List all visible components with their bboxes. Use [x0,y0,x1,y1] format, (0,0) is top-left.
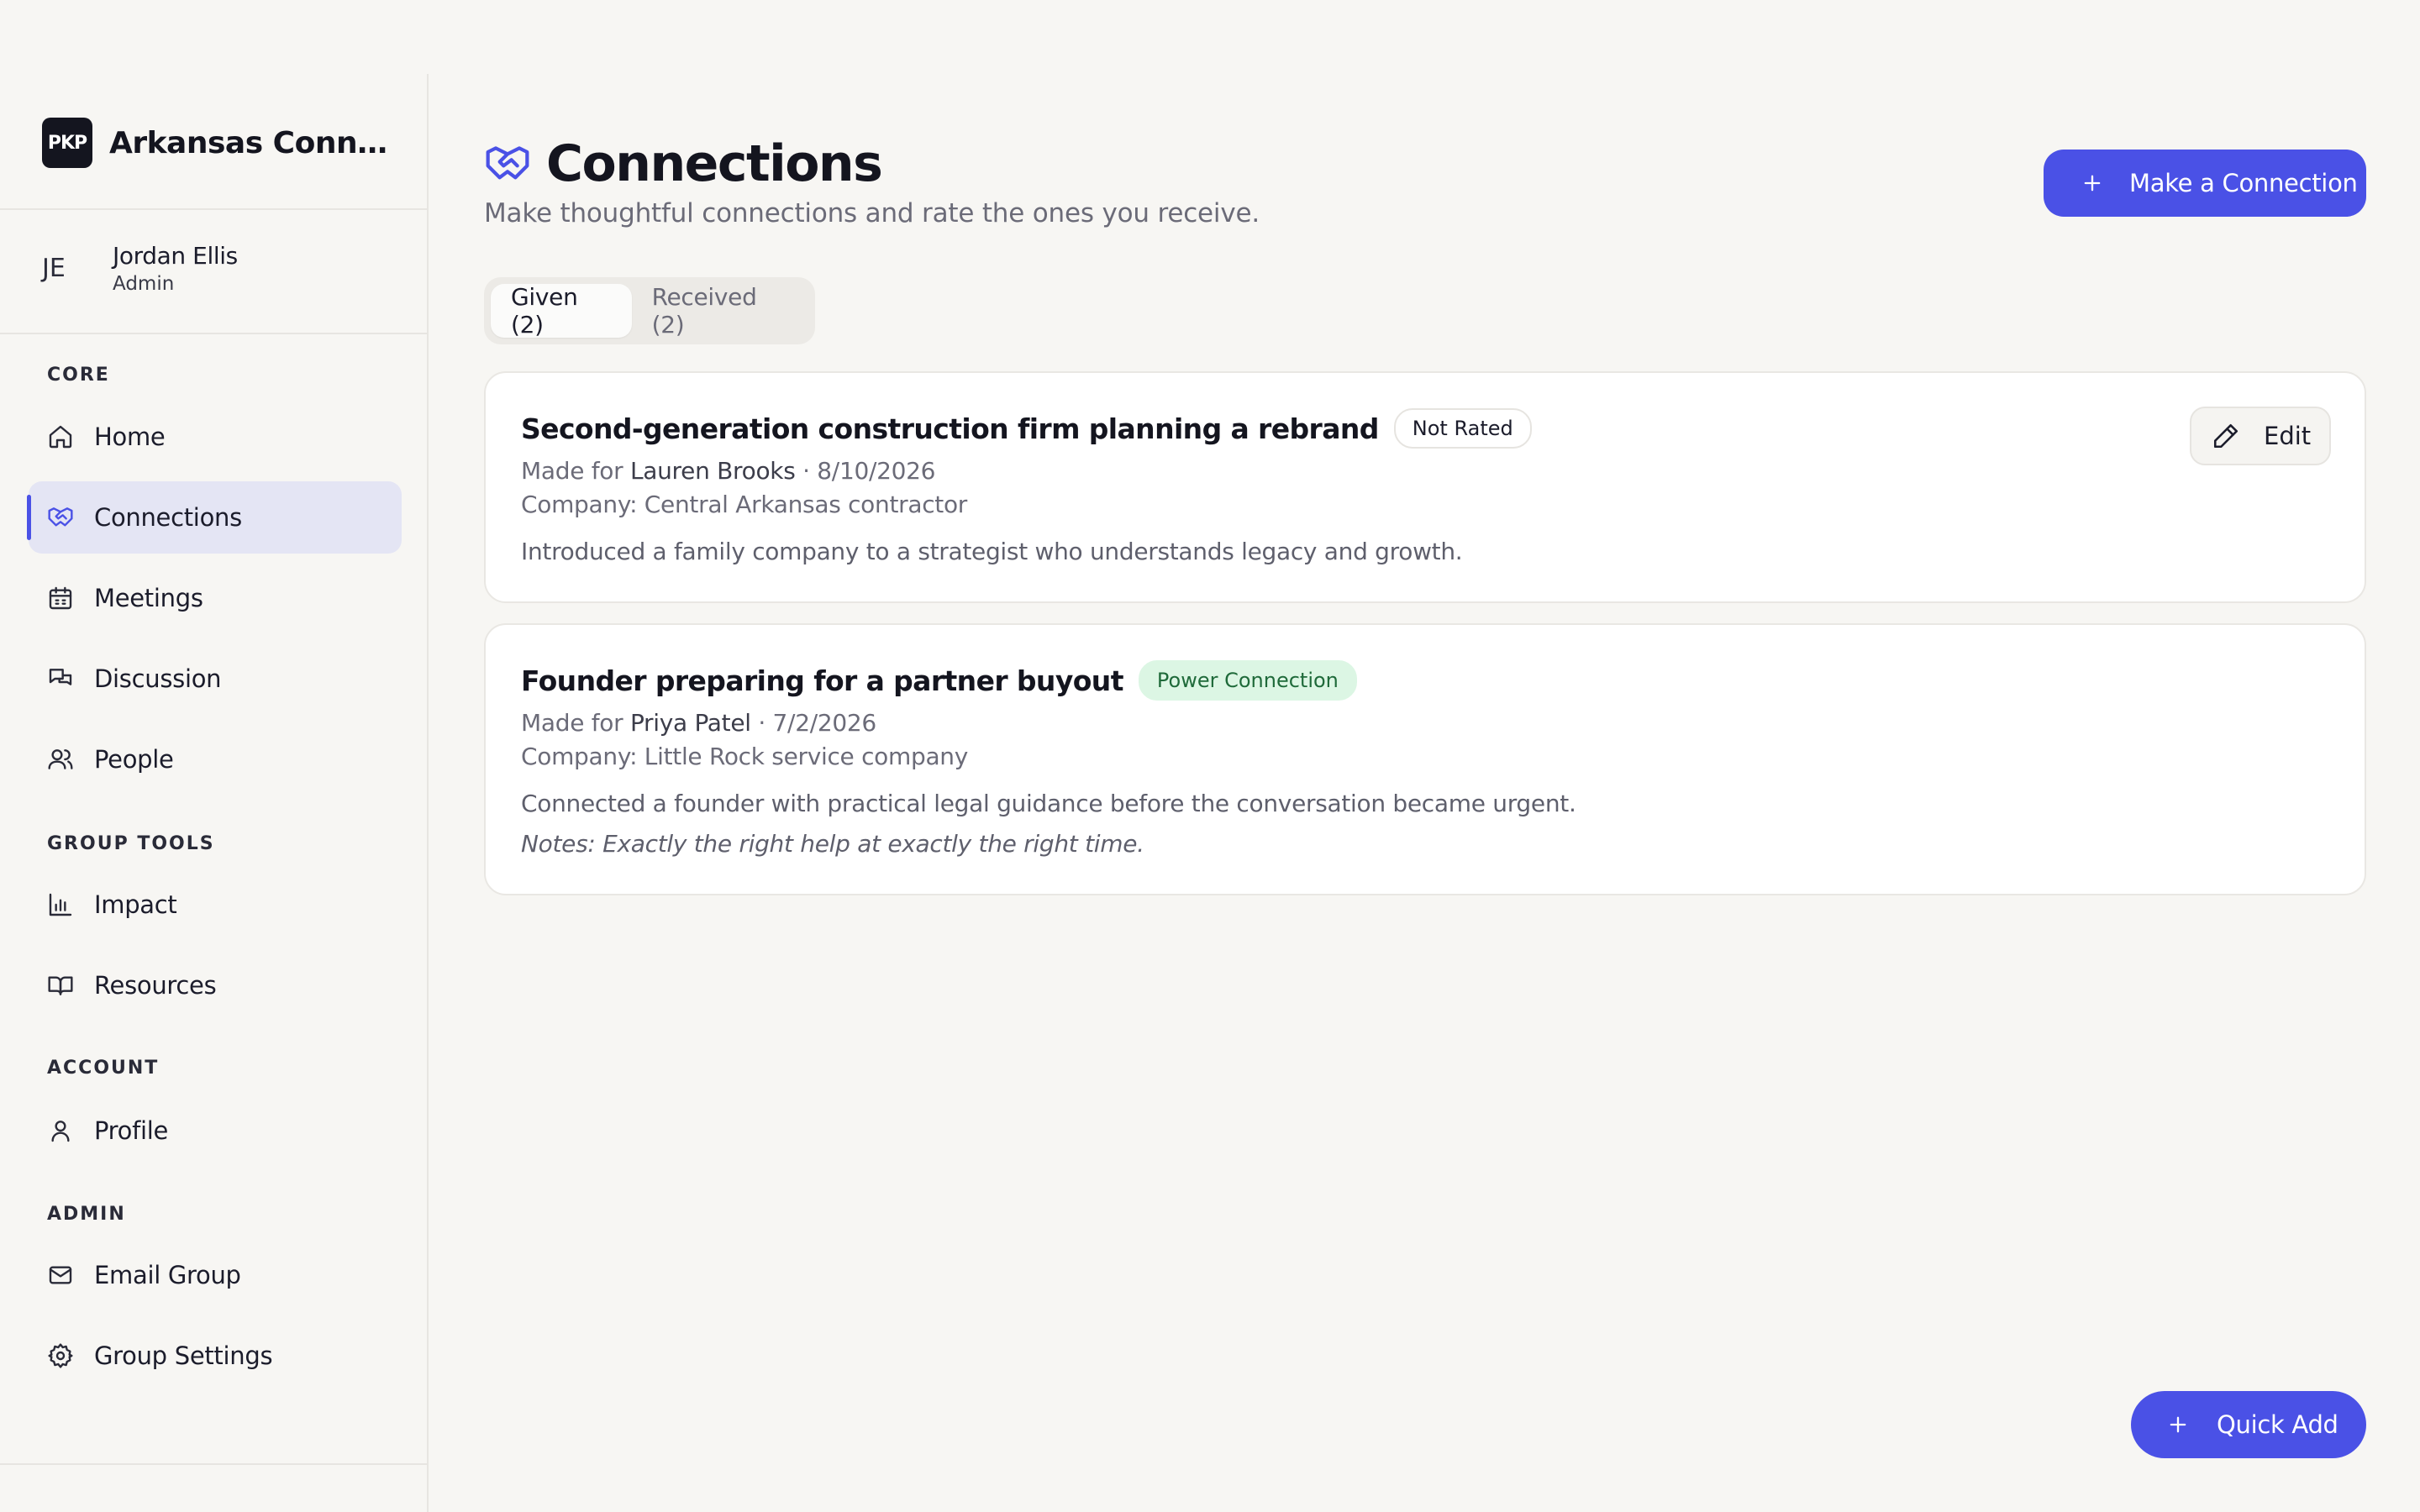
connection-tabs: Given (2) Received (2) [484,277,815,344]
app-root: PKP Arkansas Connections JE Jordan Ellis… [0,0,2420,1512]
sidebar-item-label: Impact [94,890,177,919]
sidebar-item-label: Meetings [94,584,203,612]
sidebar-item-email-group[interactable]: Email Group [29,1239,402,1311]
sidebar-item-label: Discussion [94,664,222,693]
quick-add-label: Quick Add [2217,1410,2338,1439]
users-icon [47,746,74,773]
section-label-group-tools: GROUP TOOLS [47,833,215,854]
user-name: Jordan Ellis [113,242,238,270]
chat-icon [47,665,74,692]
connection-company: Company: Central Arkansas contractor [521,491,968,518]
rating-badge: Power Connection [1138,660,1357,701]
connection-description: Connected a founder with practical legal… [521,790,1576,817]
section-label-account: ACCOUNT [47,1058,160,1079]
gear-icon [47,1342,74,1369]
bar-chart-icon [47,891,74,918]
sidebar-item-label: Group Settings [94,1341,273,1370]
section-label-admin: ADMIN [47,1204,126,1225]
plus-icon [2166,1413,2190,1436]
calendar-icon [47,585,74,612]
page-title: Connections [546,134,883,193]
connection-card: Founder preparing for a partner buyout P… [484,623,2366,895]
mail-icon [47,1262,74,1289]
sidebar: PKP Arkansas Connections JE Jordan Ellis… [0,74,429,1512]
make-connection-button[interactable]: Make a Connection [2044,150,2366,217]
sidebar-item-label: Resources [94,971,217,1000]
sidebar-item-connections[interactable]: Connections [27,481,402,554]
sidebar-item-label: Connections [94,503,242,532]
connection-made-for: Made for Priya Patel · 7/2/2026 [521,709,876,737]
make-connection-label: Make a Connection [2129,169,2358,197]
connection-notes: Notes: Exactly the right help at exactly… [521,830,1144,858]
plus-icon [2081,171,2104,195]
sidebar-divider [0,333,427,334]
brand-name: Arkansas Connections [109,125,395,160]
sidebar-item-home[interactable]: Home [29,401,402,473]
sidebar-item-label: Home [94,423,166,451]
user-icon [47,1117,74,1144]
sidebar-item-discussion[interactable]: Discussion [29,643,402,715]
sidebar-item-impact[interactable]: Impact [29,869,402,941]
sidebar-item-label: Email Group [94,1261,241,1289]
page-subtitle: Make thoughtful connections and rate the… [484,198,1260,228]
book-icon [47,972,74,999]
brand[interactable]: PKP Arkansas Connections [42,118,395,168]
handshake-icon [484,140,531,187]
sidebar-item-label: Profile [94,1116,169,1145]
page-header: Connections [484,134,883,193]
rating-badge: Not Rated [1393,408,1532,449]
quick-add-button[interactable]: Quick Add [2131,1391,2366,1458]
connection-person[interactable]: Priya Patel [630,709,751,737]
sidebar-item-group-settings[interactable]: Group Settings [29,1320,402,1392]
avatar: JE [42,254,66,283]
pencil-icon [2213,423,2238,449]
tab-given[interactable]: Given (2) [491,283,632,339]
connection-card: Second-generation construction firm plan… [484,371,2366,603]
handshake-icon [47,504,74,531]
connection-company: Company: Little Rock service company [521,743,969,770]
sidebar-item-people[interactable]: People [29,723,402,795]
home-icon [47,423,74,450]
connection-made-for: Made for Lauren Brooks · 8/10/2026 [521,457,936,485]
brand-logo: PKP [42,118,92,168]
connection-description: Introduced a family company to a strateg… [521,538,1463,565]
sidebar-item-label: People [94,745,174,774]
edit-button[interactable]: Edit [2190,407,2331,465]
section-label-core: CORE [47,365,110,386]
user-role: Admin [113,273,175,295]
sidebar-item-profile[interactable]: Profile [29,1095,402,1167]
tab-received[interactable]: Received (2) [632,283,808,339]
sidebar-divider [0,208,427,210]
sidebar-item-meetings[interactable]: Meetings [29,562,402,634]
sidebar-item-resources[interactable]: Resources [29,949,402,1021]
connection-title: Second-generation construction firm plan… [521,412,1379,445]
sidebar-divider [0,1463,427,1465]
connection-person[interactable]: Lauren Brooks [630,457,796,485]
connection-title: Founder preparing for a partner buyout [521,664,1123,697]
user-card[interactable]: JE Jordan Ellis Admin [42,242,238,295]
edit-label: Edit [2264,422,2312,450]
